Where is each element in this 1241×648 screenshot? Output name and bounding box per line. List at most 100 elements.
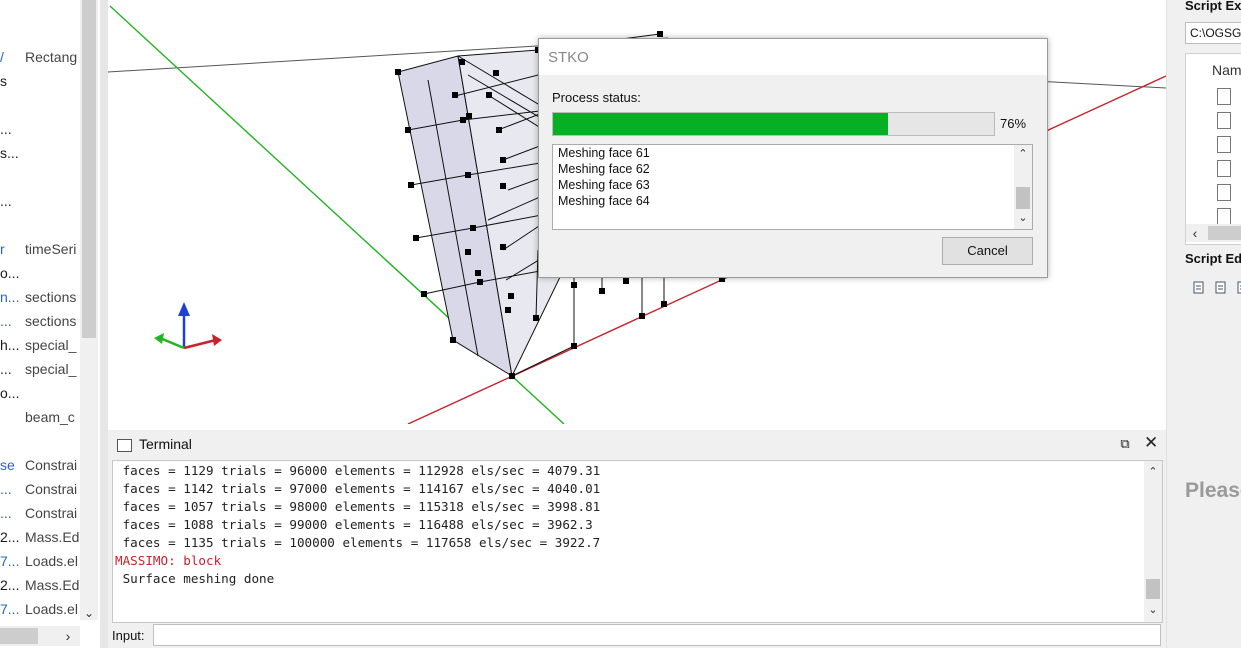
script-panel: Script Ex C:\OGSG Nam ‹ Script Ed Please <box>1177 0 1241 648</box>
file-icon[interactable] <box>1217 208 1231 225</box>
tree-item-id: 2... <box>0 577 20 593</box>
tree-item-id: 7... <box>0 601 20 617</box>
tree-item[interactable]: o... <box>0 261 80 285</box>
editor-placeholder: Please <box>1185 479 1241 502</box>
terminal-output[interactable]: faces = 1129 trials = 96000 elements = 1… <box>112 460 1163 623</box>
tree-item-id: ... <box>0 193 12 209</box>
tree-item-id: 2... <box>0 529 20 545</box>
tree-item-label: Constrai <box>25 457 78 473</box>
script-path-field[interactable]: C:\OGSG <box>1185 22 1241 44</box>
file-icon[interactable] <box>1217 184 1231 201</box>
tree-item[interactable]: ... special_ <box>0 357 80 381</box>
tree-item-id: o... <box>0 385 20 401</box>
axis-triad <box>154 302 222 350</box>
tree-item[interactable]: ... Constrai <box>0 501 80 525</box>
tree-item[interactable]: ... <box>0 117 80 141</box>
tree-item[interactable]: / Rectang <box>0 45 80 69</box>
terminal-panel: Terminal ⧉ ✕ faces = 1129 trials = 96000… <box>108 430 1166 648</box>
tree-item[interactable]: ... <box>0 189 80 213</box>
scroll-up-icon[interactable]: ⌃ <box>1014 147 1032 161</box>
right-splitter[interactable] <box>1166 0 1177 648</box>
model-tree-panel: / Rectang s... s...... r timeSeri o... n... sect… <box>0 0 100 648</box>
tree-item[interactable]: beam_c <box>0 405 80 429</box>
name-column-header[interactable]: Nam <box>1212 62 1241 78</box>
tree-item-label: Loads.el <box>25 601 78 617</box>
tree-item[interactable] <box>0 213 80 237</box>
tree-item-id: h... <box>0 337 20 353</box>
terminal-line: faces = 1057 trials = 98000 elements = 1… <box>115 499 601 514</box>
process-log[interactable]: Meshing face 61 Meshing face 62 Meshing … <box>552 144 1033 230</box>
terminal-line: Surface meshing done <box>115 571 275 586</box>
script-editor-title: Script Ed <box>1185 251 1241 266</box>
terminal-scroll-thumb[interactable] <box>1146 579 1160 599</box>
tree-item[interactable]: h... special_ <box>0 333 80 357</box>
tree-item[interactable]: 2... Mass.Ed <box>0 525 80 549</box>
file-icon[interactable] <box>1217 88 1231 105</box>
tree-item[interactable]: se Constrai <box>0 453 80 477</box>
log-line: Meshing face 61 <box>558 146 650 160</box>
close-icon[interactable]: ✕ <box>1144 434 1158 451</box>
terminal-icon <box>117 439 132 452</box>
script-explorer-title: Script Ex <box>1185 0 1241 13</box>
script-file-list[interactable]: Nam ‹ <box>1185 53 1241 245</box>
tree-item[interactable]: r timeSeri <box>0 237 80 261</box>
tree-hscroll-thumb[interactable] <box>0 628 38 644</box>
tree-item-label: timeSeri <box>25 241 77 257</box>
tree-item-label: Rectang <box>25 49 78 65</box>
process-status-label: Process status: <box>552 90 641 105</box>
scroll-right-icon[interactable]: › <box>58 626 78 646</box>
file-icon[interactable] <box>1217 160 1231 177</box>
tree-item[interactable]: 7... Loads.el <box>0 549 80 573</box>
tree-item[interactable]: 7... Loads.el <box>0 597 80 621</box>
tree-item-id: ... <box>0 313 12 329</box>
tree-item-id: ... <box>0 505 12 521</box>
left-splitter[interactable] <box>100 0 108 648</box>
new-file-icon[interactable] <box>1193 281 1205 294</box>
file-icon[interactable] <box>1217 112 1231 129</box>
scroll-left-icon[interactable]: ‹ <box>1186 224 1204 242</box>
tree-item-label: sections <box>25 313 77 329</box>
tree-item[interactable]: 2... Mass.Ed <box>0 573 80 597</box>
log-scroll-thumb[interactable] <box>1016 187 1030 209</box>
tree-item-id: n... <box>0 289 20 305</box>
open-folder-icon[interactable] <box>1215 281 1227 294</box>
progress-percent: 76% <box>1000 116 1027 131</box>
scroll-down-icon[interactable]: ⌄ <box>80 604 98 622</box>
tree-item-id: s... <box>0 145 19 161</box>
tree-item-id: / <box>0 49 4 65</box>
tree-item-label: Mass.Ed <box>25 529 80 545</box>
progress-dialog: STKO Process status: 76% Meshing face 61… <box>538 38 1048 278</box>
progress-bar-fill <box>553 113 889 135</box>
file-list-hscrollbar[interactable]: ‹ <box>1186 224 1241 242</box>
terminal-line: faces = 1142 trials = 97000 elements = 1… <box>115 481 601 496</box>
tree-item[interactable] <box>0 165 80 189</box>
tree-item[interactable] <box>0 429 80 453</box>
dialog-titlebar[interactable]: STKO <box>539 39 1047 75</box>
cancel-button[interactable]: Cancel <box>942 237 1033 265</box>
scroll-up-icon[interactable]: ⌃ <box>1144 464 1162 480</box>
tree-item-label: Constrai <box>25 481 78 497</box>
tree-item[interactable]: s... <box>0 141 80 165</box>
tree-item[interactable]: ... sections <box>0 309 80 333</box>
command-input[interactable] <box>153 624 1161 646</box>
terminal-line: MASSIMO: block <box>115 553 222 568</box>
tree-item-id: s <box>0 73 7 89</box>
terminal-title: Terminal <box>139 436 192 452</box>
tree-item[interactable]: ... Constrai <box>0 477 80 501</box>
tree-item[interactable]: s <box>0 69 80 93</box>
tree-item[interactable] <box>0 93 80 117</box>
tree-scroll-thumb[interactable] <box>82 0 96 338</box>
save-icon[interactable] <box>1237 281 1241 294</box>
tree-item-label: Loads.el <box>25 553 78 569</box>
tree-item-id: ... <box>0 361 12 377</box>
file-list-scroll-thumb[interactable] <box>1208 226 1241 240</box>
tree-item[interactable]: o... <box>0 381 80 405</box>
scroll-down-icon[interactable]: ⌄ <box>1144 602 1162 618</box>
tree-item[interactable]: n... sections <box>0 285 80 309</box>
tree-item-id: ... <box>0 481 12 497</box>
log-line: Meshing face 62 <box>558 162 650 176</box>
log-line: Meshing face 64 <box>558 194 650 208</box>
file-icon[interactable] <box>1217 136 1231 153</box>
scroll-down-icon[interactable]: ⌄ <box>1014 211 1032 225</box>
float-window-icon[interactable]: ⧉ <box>1118 437 1132 451</box>
